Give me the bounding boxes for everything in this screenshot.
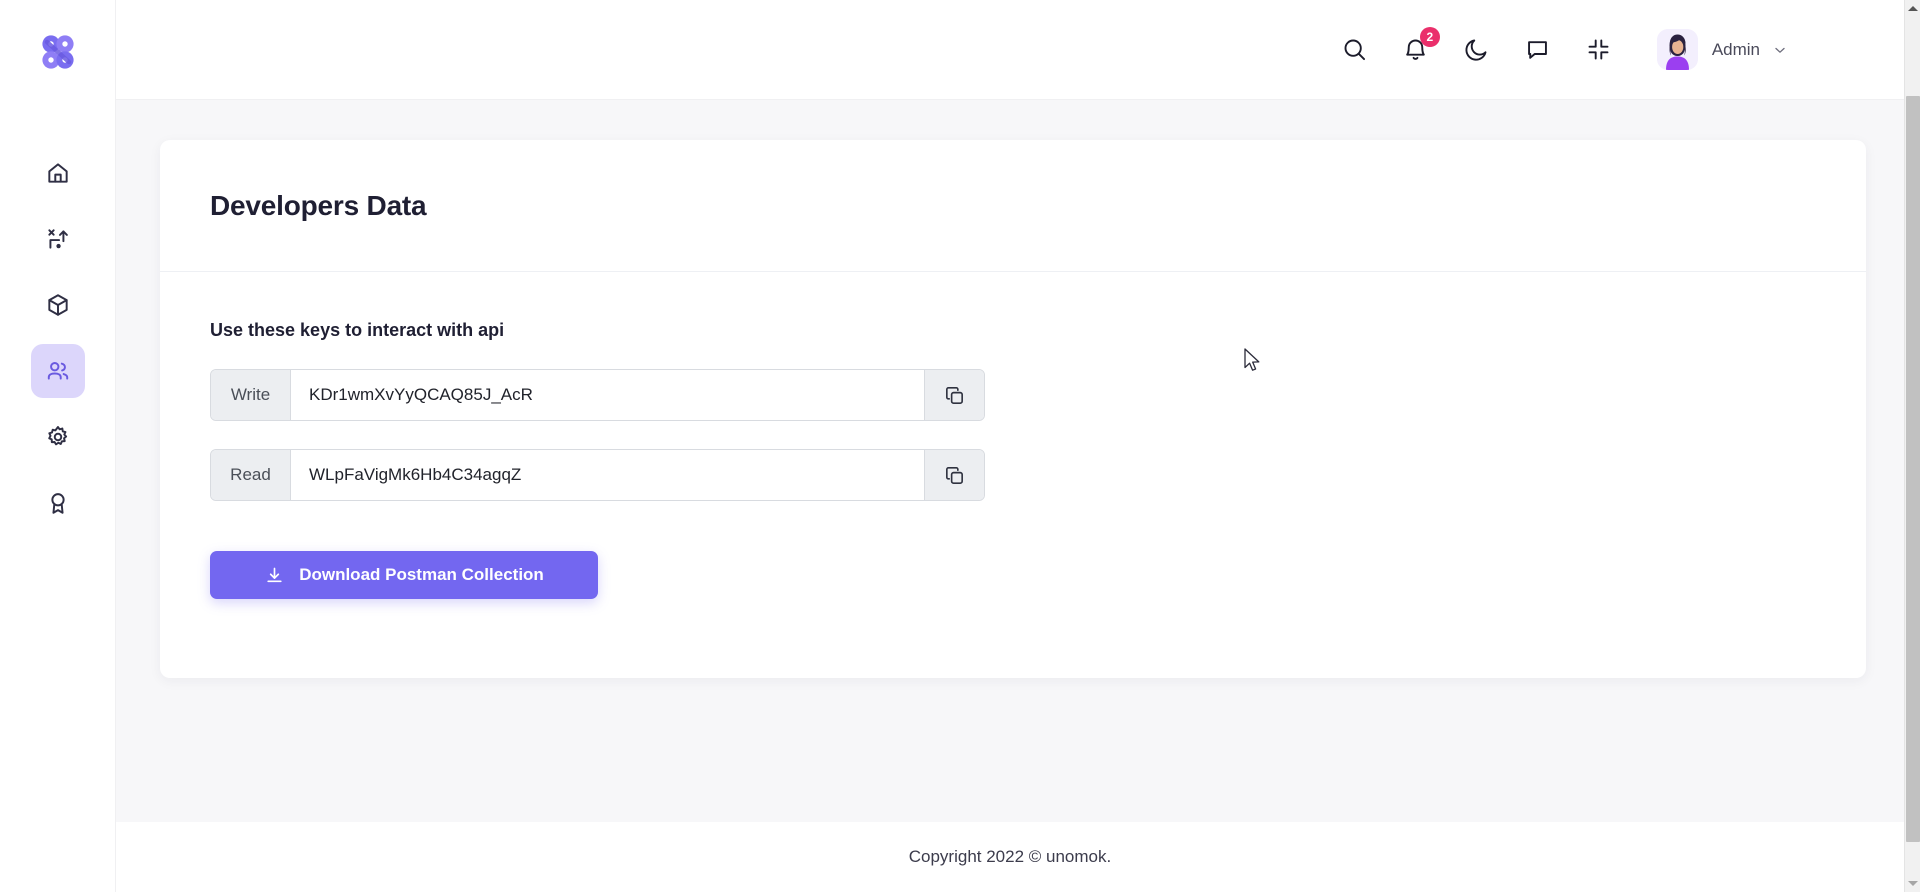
download-icon (267, 567, 282, 582)
api-key-value-read[interactable]: WLpFaVigMk6Hb4C34agqZ (291, 450, 924, 500)
search-icon (1344, 39, 1366, 61)
download-button-label: Download Postman Collection (299, 565, 544, 584)
copy-read-key-button[interactable] (924, 450, 984, 500)
chat-icon (1528, 41, 1548, 59)
users-icon (47, 362, 68, 380)
box-icon (47, 294, 68, 316)
search-button[interactable] (1340, 35, 1370, 65)
award-icon (50, 493, 65, 514)
unomok-logo-icon (41, 35, 74, 69)
download-postman-collection-button[interactable]: Download Postman Collection (210, 551, 598, 599)
header-actions: 2 Admin (1340, 26, 1904, 70)
scrollbar-thumb[interactable] (1906, 96, 1920, 842)
user-avatar-icon (1656, 29, 1698, 70)
moon-icon (1465, 39, 1487, 61)
mouse-cursor (1244, 348, 1260, 371)
api-key-label-read: Read (211, 450, 291, 500)
copyright-text: Copyright 2022 © unomok. (908, 847, 1112, 866)
sidebar (0, 0, 116, 892)
api-key-label-write: Write (211, 370, 291, 420)
scroll-down-arrow-icon (1908, 881, 1918, 886)
api-key-value-write[interactable]: KDr1wmXvYyQCAQ85J_AcR (291, 370, 924, 420)
user-name-label: Admin (1711, 39, 1760, 59)
keys-subtitle: Use these keys to interact with api (210, 320, 505, 340)
top-header: 2 Admin (116, 0, 1904, 100)
avatar (1656, 29, 1698, 70)
user-menu[interactable]: Admin (1656, 29, 1786, 70)
sidebar-item-packages[interactable] (31, 278, 85, 332)
gear-icon (47, 426, 67, 446)
sidebar-item-rewards[interactable] (31, 476, 85, 530)
notification-badge: 2 (1419, 26, 1440, 47)
sidebar-nav (0, 106, 115, 530)
sidebar-item-shipments[interactable] (31, 212, 85, 266)
copy-icon (946, 386, 963, 404)
developers-data-card: Developers Data Use these keys to intera… (160, 140, 1866, 678)
card-body: Use these keys to interact with api Writ… (160, 272, 1866, 599)
sidebar-item-developers[interactable] (30, 344, 85, 398)
scroll-up-button[interactable] (1905, 0, 1920, 17)
sidebar-item-home[interactable] (31, 146, 85, 200)
app-root: 2 Admin Developers Data Use these keys t… (0, 0, 1920, 892)
dark-mode-button[interactable] (1462, 35, 1492, 65)
app-logo[interactable] (0, 0, 115, 106)
collapse-icon (1588, 39, 1609, 60)
api-key-row-read: Read WLpFaVigMk6Hb4C34agqZ (210, 449, 985, 501)
notifications-button[interactable]: 2 (1401, 26, 1440, 65)
sidebar-item-settings[interactable] (31, 410, 85, 464)
scroll-down-button[interactable] (1905, 875, 1920, 892)
exit-fullscreen-button[interactable] (1584, 35, 1614, 65)
api-key-row-write: Write KDr1wmXvYyQCAQ85J_AcR (210, 369, 985, 421)
page-footer: Copyright 2022 © unomok. (116, 822, 1904, 892)
copy-write-key-button[interactable] (924, 370, 984, 420)
messages-button[interactable] (1523, 35, 1553, 65)
card-header: Developers Data (160, 140, 1866, 272)
chevron-down-icon (1775, 47, 1785, 53)
content-area: Developers Data Use these keys to intera… (116, 100, 1904, 822)
copy-icon (946, 466, 963, 484)
scroll-up-arrow-icon (1908, 6, 1918, 11)
vertical-scrollbar[interactable] (1904, 0, 1920, 892)
route-icon (47, 229, 68, 249)
page-title: Developers Data (210, 189, 427, 221)
home-icon (47, 163, 68, 183)
